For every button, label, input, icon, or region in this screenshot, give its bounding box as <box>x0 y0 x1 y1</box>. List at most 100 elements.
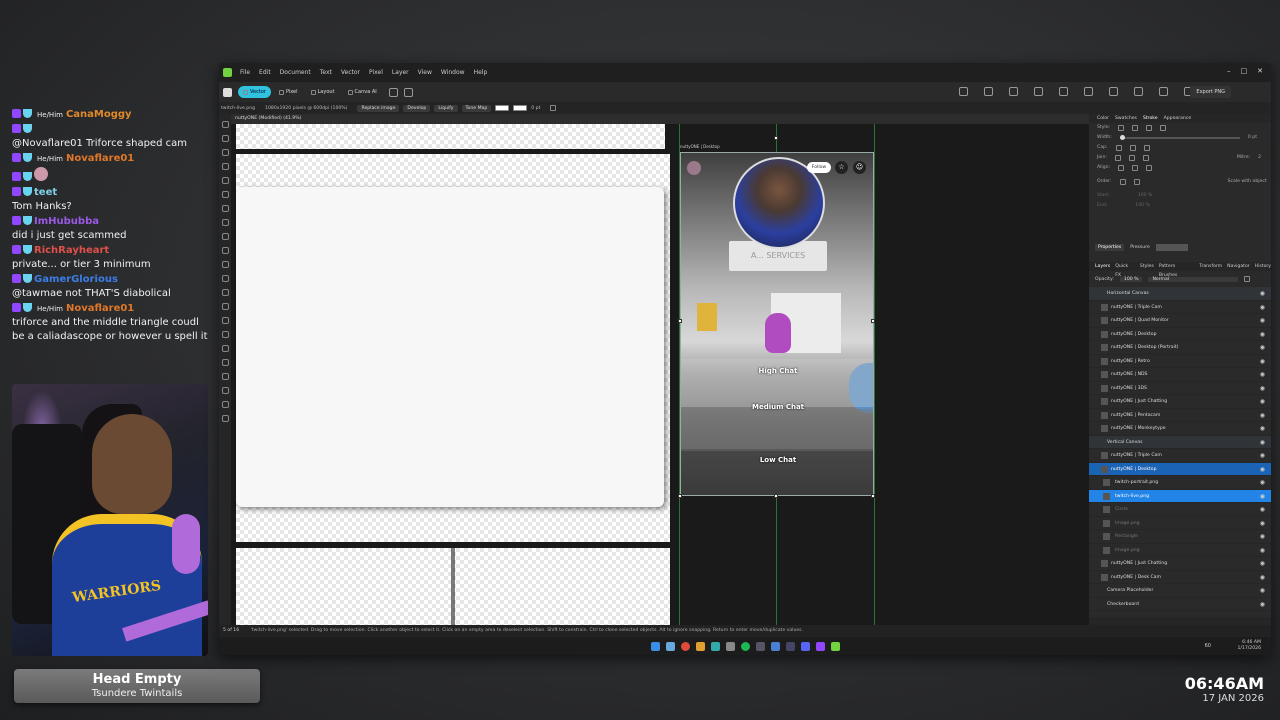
round-join-icon[interactable] <box>1128 155 1135 161</box>
stroke-width[interactable]: 0 pt <box>531 106 540 111</box>
end-scale[interactable]: 100 % <box>1135 201 1150 211</box>
system-tray-clock[interactable]: 6:46 AM 1/17/2026 <box>1237 640 1261 652</box>
tool-icon[interactable] <box>221 177 229 184</box>
align-inside-icon[interactable] <box>1132 165 1139 171</box>
selection-handle[interactable] <box>678 494 682 498</box>
close-doc-icon[interactable] <box>403 87 413 97</box>
twitch-icon[interactable] <box>815 641 825 651</box>
smiley-icon[interactable]: ☺ <box>853 161 866 174</box>
mitre-join-icon[interactable] <box>1114 155 1121 161</box>
layers-tab[interactable]: Quick FX <box>1115 262 1135 278</box>
chat-username[interactable]: Novaflare01 <box>66 153 134 164</box>
selection-handle[interactable] <box>871 494 875 498</box>
menu-item[interactable]: Edit <box>259 69 271 76</box>
tool-icon[interactable] <box>221 149 229 156</box>
tab-properties[interactable]: Properties <box>1095 244 1125 251</box>
canvas-area[interactable]: nuttyONE | Desktop A... SERVICES Follow … <box>231 124 1089 625</box>
tool-icon[interactable] <box>221 121 229 128</box>
stroke-behind-icon[interactable] <box>1119 179 1126 185</box>
layer-row[interactable]: Image.png ◉ <box>1089 517 1271 531</box>
blend-mode-dropdown[interactable]: Normal <box>1148 276 1239 282</box>
export-button[interactable]: Export PNG <box>1190 86 1231 98</box>
eye-icon[interactable]: ◉ <box>1260 598 1265 612</box>
spotify-icon[interactable] <box>740 641 750 651</box>
eye-icon[interactable]: ◉ <box>1260 490 1265 504</box>
horizontal-artboard-top[interactable] <box>236 124 665 149</box>
boolean-icon[interactable] <box>1034 87 1043 96</box>
artboard-card[interactable] <box>236 187 664 507</box>
file-explorer-icon[interactable] <box>695 641 705 651</box>
eye-icon[interactable]: ◉ <box>1260 341 1265 355</box>
chrome-icon[interactable] <box>680 641 690 651</box>
tool-icon[interactable] <box>221 415 229 422</box>
dash-stroke-icon[interactable] <box>1146 125 1153 131</box>
layer-row[interactable]: nuttyONE | Triple Cam ◉ <box>1089 301 1271 314</box>
context-button[interactable]: Tone Map <box>461 104 492 112</box>
undo-icon[interactable] <box>984 87 993 96</box>
square-cap-icon[interactable] <box>1143 145 1150 151</box>
layer-settings-icon[interactable] <box>1244 276 1251 282</box>
eye-icon[interactable]: ◉ <box>1260 530 1265 544</box>
layer-row[interactable]: nuttyONE | Desktop ◉ <box>1089 328 1271 341</box>
star-icon[interactable]: ☆ <box>835 161 848 174</box>
width-value[interactable]: 0 pt <box>1248 133 1257 143</box>
panel-tab[interactable]: Swatches <box>1115 114 1137 123</box>
app-icon[interactable] <box>710 641 720 651</box>
layer-row[interactable]: Horizontal Canvas ◉ <box>1089 287 1271 301</box>
layer-row[interactable]: nuttyONE | Quad Monitor ◉ <box>1089 314 1271 328</box>
menu-item[interactable]: Text <box>320 69 332 76</box>
persona-button[interactable]: Pixel <box>274 86 303 98</box>
follow-button[interactable]: Follow <box>807 162 831 173</box>
vertical-artboard[interactable]: A... SERVICES Follow ☆ ☺ High Chat Mediu… <box>680 152 874 496</box>
panel-tab[interactable]: Appearance <box>1164 114 1192 123</box>
layer-row[interactable]: nuttyONE | Just Chatting ◉ <box>1089 395 1271 409</box>
horizontal-artboard[interactable] <box>236 154 670 542</box>
tool-icon[interactable] <box>221 163 229 170</box>
layer-row[interactable]: Camera Placeholder ◉ <box>1089 584 1271 598</box>
layers-tab[interactable]: Navigator <box>1227 262 1249 271</box>
panel-tab[interactable]: Color <box>1097 114 1109 123</box>
solid-stroke-icon[interactable] <box>1132 125 1139 131</box>
distribute-icon[interactable] <box>1109 87 1118 96</box>
align-center-icon[interactable] <box>1118 165 1125 171</box>
layer-row[interactable]: nuttyONE | Desktop (Portrait) ◉ <box>1089 341 1271 355</box>
layer-row[interactable]: Circle ◉ <box>1089 503 1271 517</box>
start-icon[interactable] <box>650 641 660 651</box>
layers-tab[interactable]: Styles <box>1140 262 1154 271</box>
chat-username[interactable]: RichRayheart <box>34 245 109 256</box>
artboard-pager[interactable]: 5 of 16 <box>223 625 239 637</box>
layer-row[interactable]: nuttyONE | Desktop ◉ <box>1089 462 1271 476</box>
fill-swatch-icon[interactable] <box>495 105 510 111</box>
eye-icon[interactable]: ◉ <box>1260 571 1265 585</box>
arrange-icon[interactable] <box>959 87 968 96</box>
eye-icon[interactable]: ◉ <box>1260 449 1265 463</box>
eye-icon[interactable]: ◉ <box>1260 287 1265 301</box>
flip-icon[interactable] <box>1159 87 1168 96</box>
chat-username[interactable]: ImHububba <box>34 216 99 227</box>
layer-row[interactable]: nuttyONE | NDS ◉ <box>1089 368 1271 382</box>
no-stroke-icon[interactable] <box>1118 125 1125 131</box>
tool-icon[interactable] <box>221 373 229 380</box>
persona-button[interactable]: Canva AI <box>343 86 382 98</box>
menu-item[interactable]: Layer <box>392 69 409 76</box>
tool-icon[interactable] <box>221 345 229 352</box>
eye-icon[interactable]: ◉ <box>1260 476 1265 490</box>
menu-item[interactable]: Document <box>280 69 311 76</box>
context-button[interactable]: Develop <box>403 104 431 112</box>
layer-row[interactable]: nuttyONE | Pentacam ◉ <box>1089 409 1271 422</box>
obs-icon[interactable] <box>725 641 735 651</box>
tool-icon[interactable] <box>221 205 229 212</box>
align-icon[interactable] <box>1084 87 1093 96</box>
context-button[interactable]: Liquify <box>434 104 458 112</box>
minimize-icon[interactable]: – <box>1227 67 1231 75</box>
snap-icon[interactable] <box>1059 87 1068 96</box>
sync-icon[interactable] <box>388 87 398 97</box>
eye-icon[interactable]: ◉ <box>1260 517 1265 531</box>
eye-icon[interactable]: ◉ <box>1260 395 1265 409</box>
chat-username[interactable]: teet <box>34 187 57 198</box>
layer-row[interactable]: nuttyONE | 3DS ◉ <box>1089 382 1271 395</box>
width-slider[interactable] <box>1119 135 1240 140</box>
tool-icon[interactable] <box>221 219 229 226</box>
eye-icon[interactable]: ◉ <box>1260 368 1265 382</box>
selection-handle[interactable] <box>871 319 875 323</box>
